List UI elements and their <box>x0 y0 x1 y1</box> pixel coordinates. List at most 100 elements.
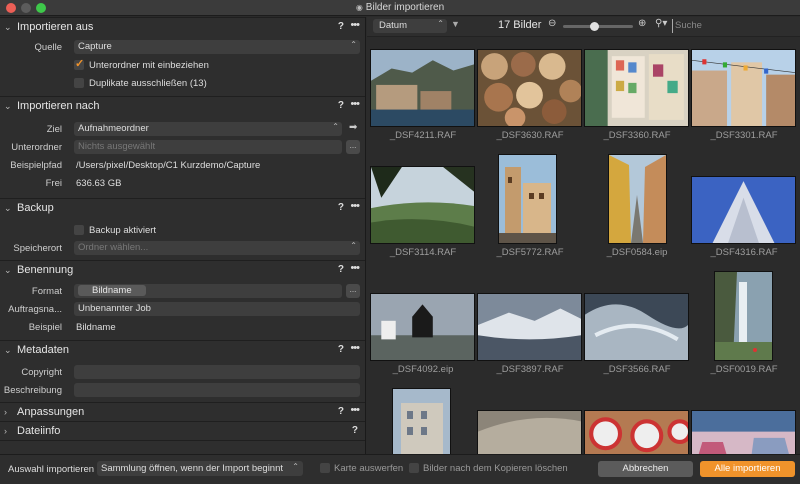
section-import-from: ⌄ Importieren aus ? ••• Quelle Capture U… <box>0 17 365 96</box>
thumbnail-filename: _DSF4211.RAF <box>389 130 457 141</box>
help-icon[interactable]: ? <box>338 100 344 111</box>
copyright-input[interactable] <box>74 365 360 379</box>
chevron-right-icon: › <box>4 407 7 417</box>
thumbnail-filename: _DSF0019.RAF <box>710 364 778 375</box>
subfolder-browse-button[interactable]: ... <box>346 140 360 154</box>
description-input[interactable] <box>74 383 360 397</box>
format-token[interactable]: Bildname <box>78 285 146 296</box>
thumbnail-filename: _DSF3630.RAF <box>496 130 564 141</box>
thumbnail-image[interactable] <box>585 411 688 454</box>
thumbnail-image[interactable] <box>692 411 795 454</box>
section-header-backup[interactable]: ⌄ Backup ? ••• <box>0 199 365 218</box>
backup-enabled-checkbox[interactable] <box>74 225 84 235</box>
subfolder-input[interactable]: Nichts ausgewählt <box>74 140 342 154</box>
more-icon[interactable]: ••• <box>350 404 360 416</box>
help-icon[interactable]: ? <box>352 425 358 436</box>
chevron-down-icon: ⌄ <box>4 265 12 275</box>
help-icon[interactable]: ? <box>338 344 344 355</box>
thumbnail-size-slider[interactable] <box>563 22 633 31</box>
sort-select[interactable]: Datum <box>373 19 447 33</box>
more-icon[interactable]: ••• <box>350 342 360 354</box>
thumbnail-filename: _DSF0584.eip <box>606 247 668 258</box>
import-settings-panel: ⌄ Importieren aus ? ••• Quelle Capture U… <box>0 17 366 454</box>
thumbnail-image[interactable] <box>393 389 450 454</box>
exclude-duplicates-label: Duplikate ausschließen (13) <box>89 78 207 89</box>
browser-toolbar: Datum ▼ 17 Bilder ⊖ ⊕ ⚲▾ Suche <box>367 17 800 37</box>
free-space-value: 636.63 GB <box>76 178 122 189</box>
section-header-import-to[interactable]: ⌄ Importieren nach ? ••• <box>0 97 365 116</box>
chevron-down-icon: ⌄ <box>4 345 12 355</box>
backup-location-label: Speicherort <box>13 243 62 254</box>
section-header-naming[interactable]: ⌄ Benennung ? ••• <box>0 261 365 280</box>
more-icon[interactable]: ••• <box>350 262 360 274</box>
chevron-right-icon: › <box>4 426 7 436</box>
thumbnail-filename: _DSF3566.RAF <box>603 364 671 375</box>
thumbnail-image[interactable] <box>371 167 474 243</box>
section-title: Importieren aus <box>17 21 94 33</box>
section-metadata: ⌄ Metadaten ? ••• Copyright Beschreibung <box>0 340 365 402</box>
thumbnail-image[interactable] <box>692 177 795 243</box>
chevron-down-icon: ⌄ <box>4 22 12 32</box>
arrow-right-icon[interactable]: ➡ <box>349 122 357 133</box>
image-count: 17 Bilder <box>498 19 542 31</box>
thumbnail-image[interactable] <box>371 50 474 126</box>
thumbnail-image[interactable] <box>371 294 474 360</box>
more-icon[interactable]: ••• <box>350 98 360 110</box>
thumbnail-image[interactable] <box>478 294 581 360</box>
thumbnail-filename: _DSF3114.RAF <box>389 247 457 258</box>
include-subfolders-checkbox[interactable] <box>74 57 84 70</box>
window-title: ◉ Bilder importieren <box>355 2 445 13</box>
zoom-in-icon[interactable]: ⊕ <box>638 18 646 29</box>
section-title: Dateiinfo <box>17 425 61 437</box>
subfolder-label: Unterordner <box>11 142 62 153</box>
thumbnail-image[interactable] <box>585 294 688 360</box>
help-icon[interactable]: ? <box>338 264 344 275</box>
job-name-input[interactable]: Unbenannter Job <box>74 302 360 316</box>
section-header-import-from[interactable]: ⌄ Importieren aus ? ••• <box>0 18 365 37</box>
sort-direction-icon[interactable]: ▼ <box>451 19 460 29</box>
slider-knob[interactable] <box>590 22 600 31</box>
thumbnail-image[interactable] <box>692 50 795 126</box>
import-selection-label: Auswahl importieren <box>8 464 95 475</box>
cancel-button[interactable]: Abbrechen <box>598 461 693 477</box>
after-import-select[interactable]: Sammlung öffnen, wenn der Import beginnt <box>97 461 303 476</box>
thumbnail-filename: _DSF3897.RAF <box>496 364 564 375</box>
import-all-button[interactable]: Alle importieren <box>700 461 795 477</box>
section-file-info: › Dateiinfo ? <box>0 421 365 441</box>
thumbnail-image[interactable] <box>478 411 581 454</box>
section-backup: ⌄ Backup ? ••• Backup aktiviert Speicher… <box>0 198 365 260</box>
thumbnail-grid: _DSF4211.RAF _DSF3630.RAF _DSF3360.RAF _… <box>367 38 800 454</box>
target-select[interactable]: Aufnahmeordner <box>74 122 342 136</box>
thumbnail-filename: _DSF4092.eip <box>392 364 454 375</box>
help-icon[interactable]: ? <box>338 21 344 32</box>
thumbnail-filename: _DSF3360.RAF <box>603 130 671 141</box>
search-filter-icon[interactable]: ⚲▾ <box>655 18 667 29</box>
thumbnail-filename: _DSF5772.RAF <box>496 247 564 258</box>
section-import-to: ⌄ Importieren nach ? ••• Ziel Aufnahmeor… <box>0 96 365 198</box>
import-footer: Auswahl importieren Sammlung öffnen, wen… <box>0 454 800 484</box>
format-field[interactable]: Bildname <box>74 284 342 298</box>
search-input[interactable]: Suche <box>672 19 796 33</box>
section-title: Importieren nach <box>17 100 100 112</box>
delete-after-copy-label: Bilder nach dem Kopieren löschen <box>423 463 568 474</box>
more-icon[interactable]: ••• <box>350 19 360 31</box>
section-header-file-info[interactable]: › Dateiinfo ? <box>0 422 365 441</box>
backup-location-select[interactable]: Ordner wählen... <box>74 241 360 255</box>
help-icon[interactable]: ? <box>338 406 344 417</box>
exclude-duplicates-checkbox[interactable] <box>74 78 84 88</box>
thumbnail-image[interactable] <box>609 155 666 243</box>
format-browse-button[interactable]: ... <box>346 284 360 298</box>
help-icon[interactable]: ? <box>338 202 344 213</box>
thumbnail-image[interactable] <box>478 50 581 126</box>
more-icon[interactable]: ••• <box>350 200 360 212</box>
thumbnail-image[interactable] <box>585 50 688 126</box>
zoom-out-icon[interactable]: ⊖ <box>548 18 556 29</box>
source-select[interactable]: Capture <box>74 40 360 54</box>
delete-after-copy-checkbox[interactable] <box>409 463 419 473</box>
section-header-metadata[interactable]: ⌄ Metadaten ? ••• <box>0 341 365 360</box>
thumbnail-image[interactable] <box>499 155 556 243</box>
free-space-label: Frei <box>45 178 62 189</box>
show-map-checkbox[interactable] <box>320 463 330 473</box>
thumbnail-image[interactable] <box>715 272 772 360</box>
section-header-adjustments[interactable]: › Anpassungen ? ••• <box>0 403 365 422</box>
